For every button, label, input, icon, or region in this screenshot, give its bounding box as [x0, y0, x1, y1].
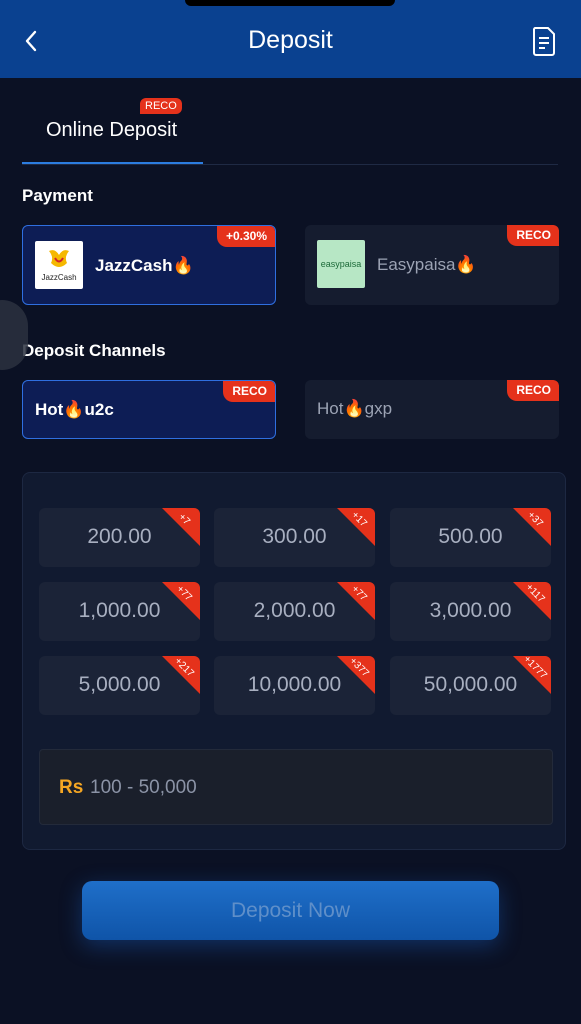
amount-option[interactable]: 50,000.00 +1777: [390, 656, 551, 715]
channel-name: Hot🔥gxp: [317, 399, 393, 418]
deposit-tabs: Online Deposit RECO: [22, 90, 558, 166]
bonus-ribbon: +77: [337, 582, 375, 620]
amount-option[interactable]: 200.00 +7: [39, 508, 200, 567]
amount-input-field[interactable]: Rs 100 - 50,000: [39, 749, 553, 825]
reco-badge: RECO: [507, 225, 559, 246]
bonus-ribbon: +37: [513, 508, 551, 546]
easypaisa-logo: easypaisa: [317, 240, 365, 288]
camera-notch: [185, 0, 395, 6]
reco-badge: RECO: [507, 380, 559, 401]
payment-method-name: Easypaisa🔥: [377, 255, 477, 274]
easypaisa-logo-text: easypaisa: [320, 259, 362, 269]
bonus-ribbon: +217: [162, 656, 200, 694]
bonus-badge: +0.30%: [216, 226, 275, 247]
amount-option[interactable]: 3,000.00 +117: [390, 582, 551, 641]
jazzcash-logo-text: JazzCash: [41, 272, 77, 282]
document-icon: [532, 27, 555, 56]
amount-option[interactable]: 5,000.00 +217: [39, 656, 200, 715]
page-title: Deposit: [248, 26, 333, 54]
channel-hot-gxp[interactable]: Hot🔥gxp RECO: [305, 380, 559, 439]
amount-option[interactable]: 500.00 +37: [390, 508, 551, 567]
payment-method-name: JazzCash🔥: [95, 256, 194, 275]
payment-section-title: Payment: [22, 186, 93, 205]
amount-option[interactable]: 2,000.00 +77: [214, 582, 375, 641]
jazzcash-logo: JazzCash: [35, 241, 83, 289]
currency-label: Rs: [59, 777, 84, 798]
amount-option[interactable]: 300.00 +17: [214, 508, 375, 567]
tab-online-deposit[interactable]: Online Deposit RECO: [22, 90, 203, 164]
bonus-ribbon: +117: [513, 582, 551, 620]
reco-badge: RECO: [223, 381, 275, 402]
tab-label: Online Deposit: [46, 119, 178, 141]
tabs-divider: [22, 164, 558, 165]
top-bar: Deposit: [0, 0, 581, 78]
deposit-now-button[interactable]: Deposit Now: [82, 881, 499, 940]
deposit-channels-title: Deposit Channels: [22, 341, 166, 360]
payment-method-easypaisa[interactable]: easypaisa Easypaisa🔥 RECO: [305, 225, 559, 305]
record-button[interactable]: [529, 26, 559, 56]
bonus-ribbon: +1777: [513, 656, 551, 694]
bonus-ribbon: +7: [162, 508, 200, 546]
jazzcash-mark-icon: [49, 249, 69, 267]
amount-panel: 200.00 +7 300.00 +17 500.00 +37 1,000.00…: [22, 472, 566, 850]
bonus-ribbon: +377: [337, 656, 375, 694]
channel-hot-u2c[interactable]: Hot🔥u2c RECO: [22, 380, 276, 439]
amount-placeholder: 100 - 50,000: [90, 777, 197, 798]
amount-option[interactable]: 1,000.00 +77: [39, 582, 200, 641]
payment-method-jazzcash[interactable]: JazzCash JazzCash🔥 +0.30%: [22, 225, 276, 305]
amount-option[interactable]: 10,000.00 +377: [214, 656, 375, 715]
channel-name: Hot🔥u2c: [35, 400, 114, 419]
reco-badge: RECO: [140, 98, 182, 114]
bonus-ribbon: +77: [162, 582, 200, 620]
bonus-ribbon: +17: [337, 508, 375, 546]
